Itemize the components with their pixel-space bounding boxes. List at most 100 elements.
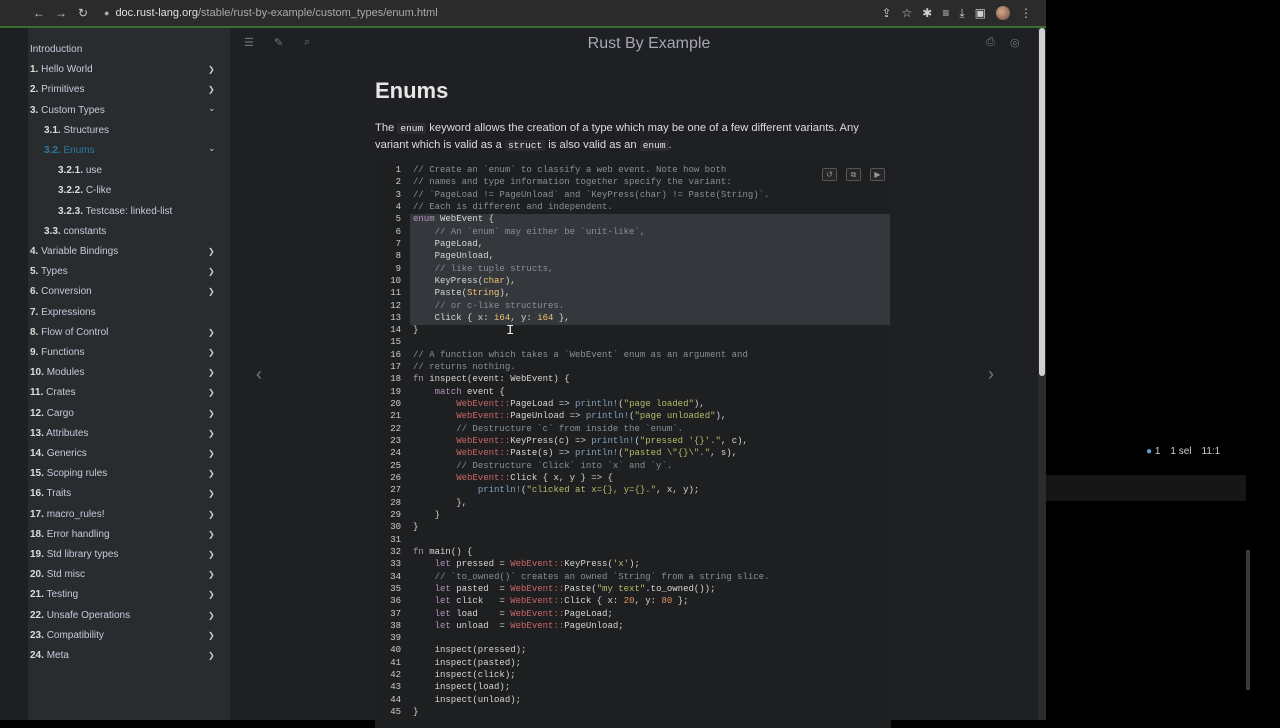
sidebar-item[interactable]: 10. Modules bbox=[30, 367, 85, 378]
line-number: 3 bbox=[395, 189, 401, 200]
next-chapter-icon[interactable]: › bbox=[988, 364, 994, 385]
github-icon[interactable]: ◎ bbox=[1010, 36, 1020, 49]
sidebar-item[interactable]: 13. Attributes bbox=[30, 428, 88, 439]
sidebar-item[interactable]: 23. Compatibility bbox=[30, 630, 104, 641]
sidebar-item-label: Crates bbox=[46, 387, 76, 399]
sidebar-item-label: Primitives bbox=[41, 84, 85, 96]
sidebar-item[interactable]: 17. macro_rules! bbox=[30, 509, 105, 520]
sidebar-item[interactable]: 9. Functions bbox=[30, 347, 84, 358]
sidebar-item[interactable]: 3.2.1. use bbox=[58, 165, 102, 176]
chevron-right-icon[interactable]: ❯ bbox=[208, 590, 215, 599]
reload-icon[interactable]: ↻ bbox=[72, 6, 94, 20]
chevron-right-icon[interactable]: ❯ bbox=[208, 368, 215, 377]
code-editor[interactable]: ↺ ⧉ ▶ 1 // Create an `enum` to classify a… bbox=[375, 162, 891, 728]
sidebar-item[interactable]: 11. Crates bbox=[30, 387, 76, 398]
chevron-right-icon[interactable]: ❯ bbox=[208, 247, 215, 256]
run-play-icon[interactable]: ▶ bbox=[870, 168, 885, 181]
sidebar-item[interactable]: 3.2.2. C-like bbox=[58, 185, 111, 196]
sidebar-item[interactable]: 12. Cargo bbox=[30, 408, 74, 419]
copy-icon[interactable]: ⧉ bbox=[846, 168, 861, 181]
chevron-right-icon[interactable]: ❯ bbox=[208, 388, 215, 397]
chevron-right-icon[interactable]: ❯ bbox=[208, 287, 215, 296]
sidebar-item-number: 13. bbox=[30, 427, 44, 439]
chevron-right-icon[interactable]: ❯ bbox=[208, 631, 215, 640]
sidebar-item[interactable]: 21. Testing bbox=[30, 589, 78, 600]
chevron-down-icon[interactable]: ⌄ bbox=[208, 143, 216, 154]
sidebar-item[interactable]: Introduction bbox=[30, 44, 82, 55]
media-controls-icon[interactable]: ≡ bbox=[942, 6, 949, 20]
sidebar-item[interactable]: 22. Unsafe Operations bbox=[30, 610, 130, 621]
sidebar-item[interactable]: 4. Variable Bindings bbox=[30, 246, 118, 257]
sidebar-item[interactable]: 2. Primitives bbox=[30, 84, 84, 95]
chevron-right-icon[interactable]: ❯ bbox=[208, 510, 215, 519]
line-number: 20 bbox=[390, 399, 401, 410]
code-line: PageLoad, bbox=[413, 238, 484, 249]
sidebar-item[interactable]: 3.2.3. Testcase: linked-list bbox=[58, 206, 172, 217]
code-line: enum WebEvent { bbox=[413, 214, 495, 225]
line-number: 15 bbox=[390, 337, 401, 348]
site-info-icon[interactable]: ● bbox=[104, 8, 109, 18]
editor-scrollbar[interactable] bbox=[1246, 550, 1250, 690]
previous-chapter-icon[interactable]: ‹ bbox=[256, 364, 262, 385]
chevron-right-icon[interactable]: ❯ bbox=[208, 449, 215, 458]
intro-paragraph: The enum keyword allows the creation of … bbox=[375, 120, 895, 154]
extensions-icon[interactable]: ✱ bbox=[922, 6, 932, 20]
scrollbar-thumb[interactable] bbox=[1039, 28, 1045, 376]
code-line: // Create an `enum` to classify a web ev… bbox=[413, 165, 727, 175]
sidebar-item[interactable]: 3. Custom Types bbox=[30, 105, 105, 116]
chevron-right-icon[interactable]: ❯ bbox=[208, 409, 215, 418]
sidebar-item[interactable]: 14. Generics bbox=[30, 448, 87, 459]
inline-code: struct bbox=[504, 140, 546, 151]
sidebar-item[interactable]: 5. Types bbox=[30, 266, 68, 277]
chevron-right-icon[interactable]: ❯ bbox=[208, 65, 215, 74]
sidebar-item[interactable]: 16. Traits bbox=[30, 488, 71, 499]
menu-bar: ☰ ✎ ⌕ Rust By Example ⎙ ◎ bbox=[230, 28, 1038, 58]
sidebar-item-number: 3.2. bbox=[44, 145, 61, 156]
chevron-down-icon[interactable]: ⌄ bbox=[208, 103, 216, 114]
back-icon[interactable]: ← bbox=[28, 6, 50, 20]
chevron-right-icon[interactable]: ❯ bbox=[208, 429, 215, 438]
chevron-right-icon[interactable]: ❯ bbox=[208, 85, 215, 94]
sidebar-item-number: 8. bbox=[30, 326, 39, 338]
sidebar-item[interactable]: 19. Std library types bbox=[30, 549, 118, 560]
forward-icon[interactable]: → bbox=[50, 6, 72, 20]
chevron-right-icon[interactable]: ❯ bbox=[208, 328, 215, 337]
sidebar-item[interactable]: 24. Meta bbox=[30, 650, 69, 661]
page-scrollbar[interactable] bbox=[1038, 28, 1046, 720]
sidebar-item[interactable]: 1. Hello World bbox=[30, 64, 93, 75]
share-icon[interactable]: ⇪ bbox=[881, 6, 891, 20]
profile-avatar[interactable] bbox=[996, 6, 1010, 20]
chevron-right-icon[interactable]: ❯ bbox=[208, 530, 215, 539]
sidebar-item[interactable]: 18. Error handling bbox=[30, 529, 110, 540]
chevron-right-icon[interactable]: ❯ bbox=[208, 348, 215, 357]
chevron-right-icon[interactable]: ❯ bbox=[208, 651, 215, 660]
menu-kebab-icon[interactable]: ⋮ bbox=[1020, 6, 1032, 20]
sidebar-toc: Introduction 1. Hello World ❯ 2. Primitives… bbox=[28, 28, 230, 720]
line-number: 37 bbox=[390, 608, 401, 619]
bookmark-star-icon[interactable]: ☆ bbox=[902, 6, 913, 20]
sidebar-item[interactable]: 3.1. Structures bbox=[44, 125, 109, 136]
code-line: let unload = WebEvent::PageUnload; bbox=[434, 620, 624, 631]
sidebar-item[interactable]: 3.3. constants bbox=[44, 226, 106, 237]
chevron-right-icon[interactable]: ❯ bbox=[208, 489, 215, 498]
line-number: 17 bbox=[390, 362, 401, 373]
page-content: ☰ ✎ ⌕ Rust By Example ⎙ ◎ Enums The enum… bbox=[230, 28, 1038, 728]
chevron-right-icon[interactable]: ❯ bbox=[208, 570, 215, 579]
sidebar-item-label: Enums bbox=[63, 145, 95, 156]
sidebar-item-label: Hello World bbox=[41, 64, 93, 76]
chevron-right-icon[interactable]: ❯ bbox=[208, 469, 215, 478]
chevron-right-icon[interactable]: ❯ bbox=[208, 611, 215, 620]
download-icon[interactable]: ⤓ bbox=[959, 6, 964, 21]
sidebar-item[interactable]: 6. Conversion bbox=[30, 286, 92, 297]
sidebar-item[interactable]: 3.2. Enums bbox=[44, 145, 95, 156]
sidebar-item[interactable]: 8. Flow of Control bbox=[30, 327, 108, 338]
url-field[interactable]: doc.rust-lang.org/stable/rust-by-example… bbox=[115, 7, 437, 19]
side-panel-icon[interactable]: ▣ bbox=[975, 6, 986, 20]
print-icon[interactable]: ⎙ bbox=[986, 36, 995, 49]
sidebar-item[interactable]: 20. Std misc bbox=[30, 569, 85, 580]
chevron-right-icon[interactable]: ❯ bbox=[208, 550, 215, 559]
chevron-right-icon[interactable]: ❯ bbox=[208, 267, 215, 276]
sidebar-item[interactable]: 15. Scoping rules bbox=[30, 468, 107, 479]
undo-changes-icon[interactable]: ↺ bbox=[822, 168, 837, 181]
sidebar-item[interactable]: 7. Expressions bbox=[30, 307, 96, 318]
